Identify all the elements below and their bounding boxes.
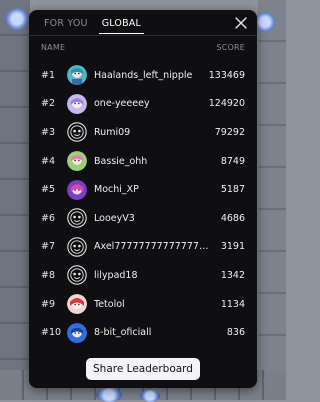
avatar (67, 294, 87, 315)
default-face-icon (67, 237, 87, 257)
rank-label: #1 (41, 69, 56, 81)
player-score: 836 (226, 327, 245, 339)
background-bubble (255, 12, 275, 32)
player-score: 5187 (220, 184, 245, 196)
avatar (67, 65, 87, 86)
leaderboard-row[interactable]: #9 Tetolol 1134 (41, 290, 245, 319)
avatar (67, 93, 87, 114)
player-name: Mochi_XP (94, 184, 139, 196)
player-name: Tetolol (94, 298, 125, 310)
leaderboard-row[interactable]: #6 LooeyV3 4686 (41, 204, 245, 233)
share-leaderboard-button[interactable]: Share Leaderboard (86, 358, 200, 380)
avatar (67, 151, 87, 172)
rank-label: #5 (41, 184, 56, 196)
player-name: lilypad18 (94, 269, 138, 281)
background-bubble (6, 8, 28, 30)
player-score: 3191 (220, 241, 245, 253)
player-score: 1342 (220, 269, 245, 281)
player-score: 79292 (214, 126, 245, 138)
background-left-panel (0, 0, 30, 400)
column-headers: NAME SCORE (41, 43, 245, 52)
player-score: 4686 (220, 212, 245, 224)
player-name: one-yeeeey (94, 98, 150, 110)
player-name: LooeyV3 (94, 212, 135, 224)
rank-label: #2 (41, 98, 56, 110)
default-face-icon (67, 265, 87, 286)
player-name: Axel77777777777777777... (94, 241, 212, 253)
player-name: Haalands_left_nipple (94, 69, 193, 81)
leaderboard-row[interactable]: #10 8-bit_oficiall 836 (41, 318, 245, 347)
default-face-icon (67, 208, 87, 229)
leaderboard-row[interactable]: #7 Axel77777777777777777... 3191 (41, 233, 245, 262)
leaderboard-row[interactable]: #8 lilypad18 1342 (41, 261, 245, 290)
rank-label: #8 (41, 269, 56, 281)
leaderboard-row[interactable]: #4 Bassie_ohh 8749 (41, 147, 245, 176)
player-name: Bassie_ohh (94, 155, 148, 167)
rank-label: #10 (41, 327, 62, 339)
avatar (67, 322, 87, 343)
tab-for-you[interactable]: FOR YOU (41, 17, 91, 34)
player-score: 133469 (208, 69, 245, 81)
tab-global[interactable]: GLOBAL (98, 17, 144, 34)
leaderboard-list: #1 Haalands_left_nipple 133469 #2 one-yeeeey… (41, 61, 245, 347)
leaderboard-row[interactable]: #3 Rumi09 79292 (41, 118, 245, 147)
leaderboard-row[interactable]: #2 one-yeeeey 124920 (41, 90, 245, 119)
background-right-panel (258, 0, 286, 400)
player-score: 8749 (220, 155, 245, 167)
leaderboard-row[interactable]: #1 Haalands_left_nipple 133469 (41, 61, 245, 90)
leaderboard-modal: FOR YOU GLOBAL NAME SCORE #1 Haalands_lef… (29, 10, 257, 388)
rank-label: #9 (41, 298, 56, 310)
default-face-icon (67, 122, 87, 143)
avatar (67, 179, 87, 200)
rank-label: #7 (41, 241, 56, 253)
header-divider (29, 35, 257, 36)
rank-label: #4 (41, 155, 56, 167)
name-column-header: NAME (41, 43, 66, 52)
leaderboard-row[interactable]: #5 Mochi_XP 5187 (41, 175, 245, 204)
player-name: Rumi09 (94, 126, 131, 138)
player-score: 124920 (208, 98, 245, 110)
background-bubble (140, 390, 160, 402)
player-name: 8-bit_oficiall (94, 327, 152, 339)
rank-label: #6 (41, 212, 56, 224)
rank-label: #3 (41, 126, 56, 138)
score-column-header: SCORE (216, 43, 245, 52)
leaderboard-tabs: FOR YOU GLOBAL (41, 17, 152, 34)
close-icon[interactable] (235, 17, 247, 29)
player-score: 1134 (220, 298, 245, 310)
